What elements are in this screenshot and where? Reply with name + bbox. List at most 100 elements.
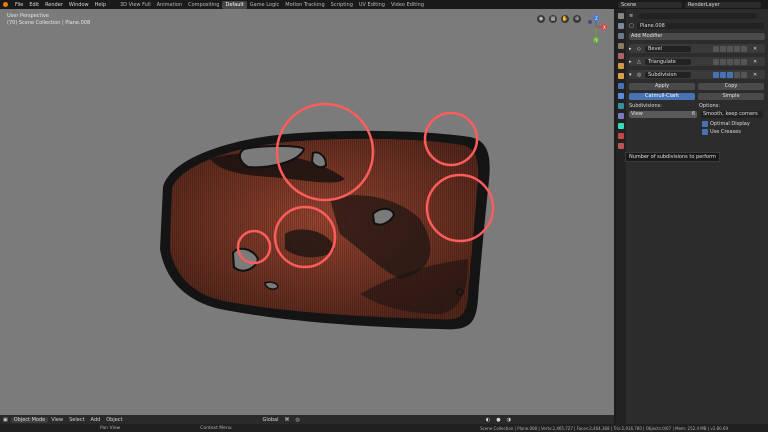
expand-arrow-icon[interactable]: ▸ — [629, 46, 637, 52]
shading-solid-icon[interactable]: ● — [493, 417, 503, 423]
scene-field[interactable]: Scene — [618, 1, 682, 8]
triangulate-modifier-icon: △ — [637, 58, 641, 65]
modifier-name-bevel[interactable]: Bevel — [645, 45, 691, 52]
move-down-icon[interactable] — [741, 58, 747, 65]
close-icon[interactable]: ✕ — [753, 59, 757, 65]
modifier-bevel: ▸ ◇ Bevel ✕ — [629, 44, 765, 53]
props-search-input[interactable] — [639, 12, 757, 19]
collapse-arrow-icon[interactable]: ▾ — [629, 72, 637, 78]
close-icon[interactable]: ✕ — [753, 46, 757, 52]
optimal-display-checkbox[interactable] — [702, 120, 708, 127]
optimal-display-label: Optimal Display — [710, 120, 750, 127]
menu-view[interactable]: View — [48, 417, 66, 423]
apply-button[interactable]: Apply — [629, 83, 695, 90]
top-menu-bar: File Edit Render Window Help 3D View Ful… — [0, 0, 768, 9]
view-layer-tab-icon[interactable] — [618, 43, 624, 49]
uv-smooth-dropdown[interactable]: Smooth, keep corners — [701, 111, 763, 118]
tab-3d-view-full[interactable]: 3D View Full — [117, 1, 154, 9]
physics-tab-icon[interactable] — [618, 103, 624, 109]
editor-type-icon[interactable]: ▣ — [0, 417, 11, 423]
tab-uv-editing[interactable]: UV Editing — [356, 1, 388, 9]
menu-window[interactable]: Window — [66, 2, 92, 8]
output-tab-icon[interactable] — [618, 33, 624, 39]
shading-material-icon[interactable]: ◑ — [504, 417, 514, 423]
object-icon: ▢ — [629, 22, 634, 29]
modifier-name-triangulate[interactable]: Triangulate — [645, 58, 691, 65]
mesh-object[interactable] — [0, 9, 614, 415]
render-tab-icon[interactable] — [618, 23, 624, 29]
overlay-icon[interactable]: ◐ — [483, 417, 493, 423]
constraints-tab-icon[interactable] — [618, 113, 624, 119]
snap-icon[interactable]: ⌘ — [281, 417, 292, 423]
render-toggle-icon[interactable] — [727, 58, 733, 65]
move-up-icon[interactable] — [734, 45, 740, 52]
modifier-name-subdivision[interactable]: Subdivision — [645, 71, 691, 78]
viewport-toggle-icon[interactable] — [720, 71, 726, 78]
object-tab-icon[interactable] — [618, 73, 624, 79]
main-menu: File Edit Render Window Help — [12, 2, 109, 8]
menu-render[interactable]: Render — [42, 2, 66, 8]
edit-mode-toggle-icon[interactable] — [713, 45, 719, 52]
view-row: View 6 Smooth, keep corners — [629, 110, 765, 119]
render-toggle-icon[interactable] — [727, 45, 733, 52]
world-tab-icon[interactable] — [618, 63, 624, 69]
view-levels-value: 6 — [691, 111, 695, 117]
particles-tab-icon[interactable] — [618, 93, 624, 99]
tab-default[interactable]: Default — [222, 0, 247, 9]
use-creases-label: Use Creases — [710, 128, 741, 135]
object-name-field[interactable]: Plane.008 — [637, 22, 764, 29]
data-tab-icon[interactable] — [618, 123, 624, 129]
props-search-row: ≡ — [629, 11, 765, 20]
use-creases-checkbox[interactable] — [702, 128, 708, 135]
subdivision-modifier-icon: ◎ — [637, 71, 642, 78]
add-modifier-row: Add Modifier — [629, 32, 765, 41]
menu-select[interactable]: Select — [66, 417, 87, 423]
status-context-menu: Context Menu — [200, 425, 232, 431]
properties-tabs — [616, 9, 626, 424]
use-creases-row: Use Creases — [629, 127, 765, 136]
catmull-clark-button[interactable]: Catmull-Clark — [629, 93, 695, 100]
move-up-icon[interactable] — [734, 58, 740, 65]
edit-mode-toggle-icon[interactable] — [713, 71, 719, 78]
3d-viewport[interactable]: User Perspective (70) Scene Collection |… — [0, 9, 614, 415]
material-tab-icon[interactable] — [618, 133, 624, 139]
scene-tab-icon[interactable] — [618, 53, 624, 59]
mode-dropdown[interactable]: Object Mode — [10, 416, 49, 423]
expand-arrow-icon[interactable]: ▸ — [629, 59, 637, 65]
menu-add[interactable]: Add — [88, 417, 104, 423]
texture-tab-icon[interactable] — [618, 143, 624, 149]
tab-animation[interactable]: Animation — [154, 1, 186, 9]
simple-button[interactable]: Simple — [698, 93, 764, 100]
menu-help[interactable]: Help — [92, 2, 109, 8]
options-label: Options: — [699, 102, 720, 109]
orientation-dropdown[interactable]: Global — [260, 417, 282, 423]
menu-file[interactable]: File — [12, 2, 26, 8]
status-stats: Scene Collection | Plane.008 | Verts:2,4… — [480, 425, 728, 431]
viewport-toggle-icon[interactable] — [720, 58, 726, 65]
modifier-tab-icon[interactable] — [618, 83, 624, 89]
copy-button[interactable]: Copy — [698, 83, 764, 90]
move-down-icon[interactable] — [741, 71, 747, 78]
tool-tab-icon[interactable] — [618, 13, 624, 19]
tab-motion-tracking[interactable]: Motion Tracking — [282, 1, 327, 9]
close-icon[interactable]: ✕ — [753, 72, 757, 78]
move-down-icon[interactable] — [741, 45, 747, 52]
tab-compositing[interactable]: Compositing — [185, 1, 222, 9]
add-modifier-dropdown[interactable]: Add Modifier — [629, 33, 765, 40]
tab-game-logic[interactable]: Game Logic — [247, 1, 283, 9]
blender-logo-icon[interactable] — [3, 2, 8, 7]
modifier-subdivision: ▾ ◎ Subdivision ✕ — [629, 70, 765, 79]
tab-video-editing[interactable]: Video Editing — [388, 1, 427, 9]
menu-object[interactable]: Object — [103, 417, 125, 423]
tab-scripting[interactable]: Scripting — [328, 1, 356, 9]
scene-selector: Scene RenderLayer — [618, 0, 764, 9]
edit-mode-toggle-icon[interactable] — [713, 58, 719, 65]
editor-type-icon[interactable]: ≡ — [629, 13, 639, 19]
move-up-icon[interactable] — [734, 71, 740, 78]
viewport-toggle-icon[interactable] — [720, 45, 726, 52]
menu-edit[interactable]: Edit — [26, 2, 42, 8]
render-layer-field[interactable]: RenderLayer — [685, 1, 761, 8]
render-toggle-icon[interactable] — [727, 71, 733, 78]
view-levels-field[interactable]: View 6 — [629, 111, 697, 118]
proportional-icon[interactable]: ◎ — [292, 417, 302, 423]
